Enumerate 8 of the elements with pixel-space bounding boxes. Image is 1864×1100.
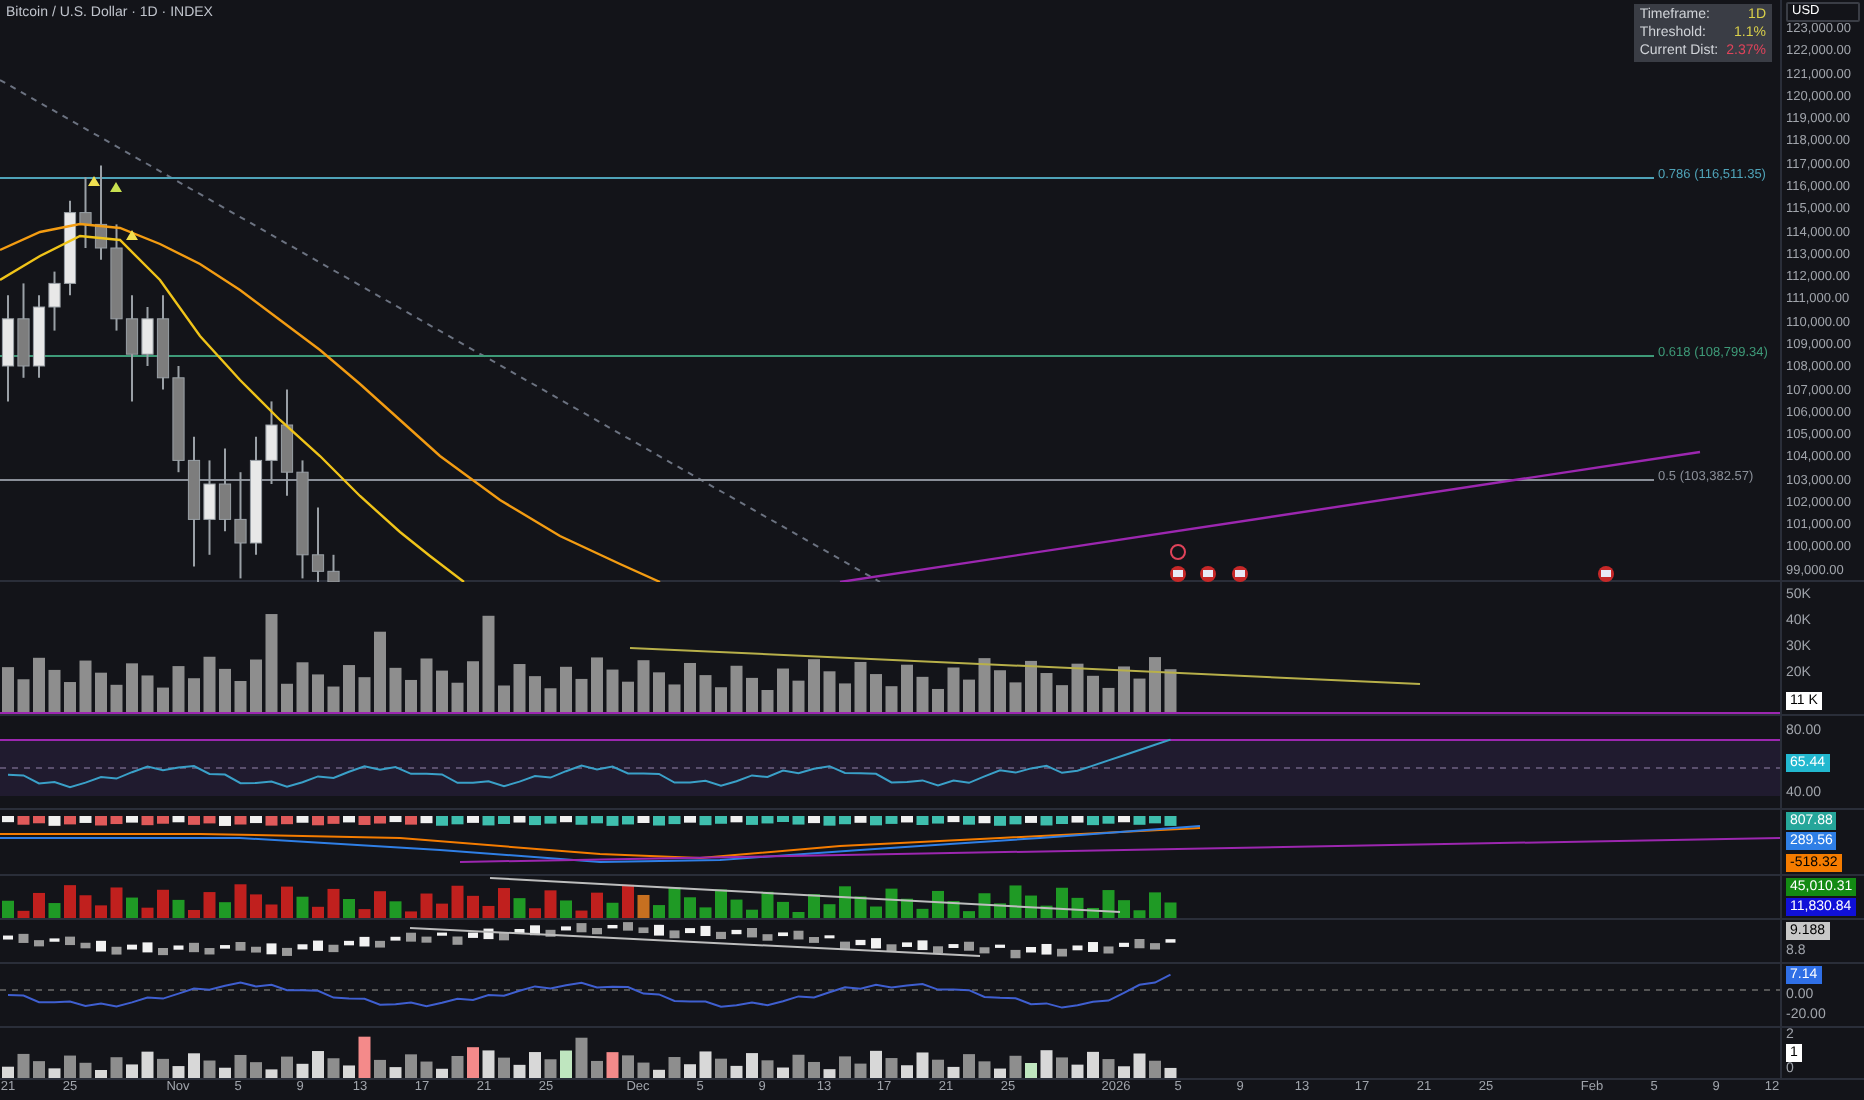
event-icon [1170, 544, 1186, 560]
signal-marker-icon [110, 182, 122, 192]
signal-marker-icon [88, 176, 100, 186]
signal-marker-icon [126, 230, 138, 240]
flag-icon [1170, 566, 1186, 582]
flag-icon [1200, 566, 1216, 582]
flag-icon [1232, 566, 1248, 582]
flag-icon [1598, 566, 1614, 582]
